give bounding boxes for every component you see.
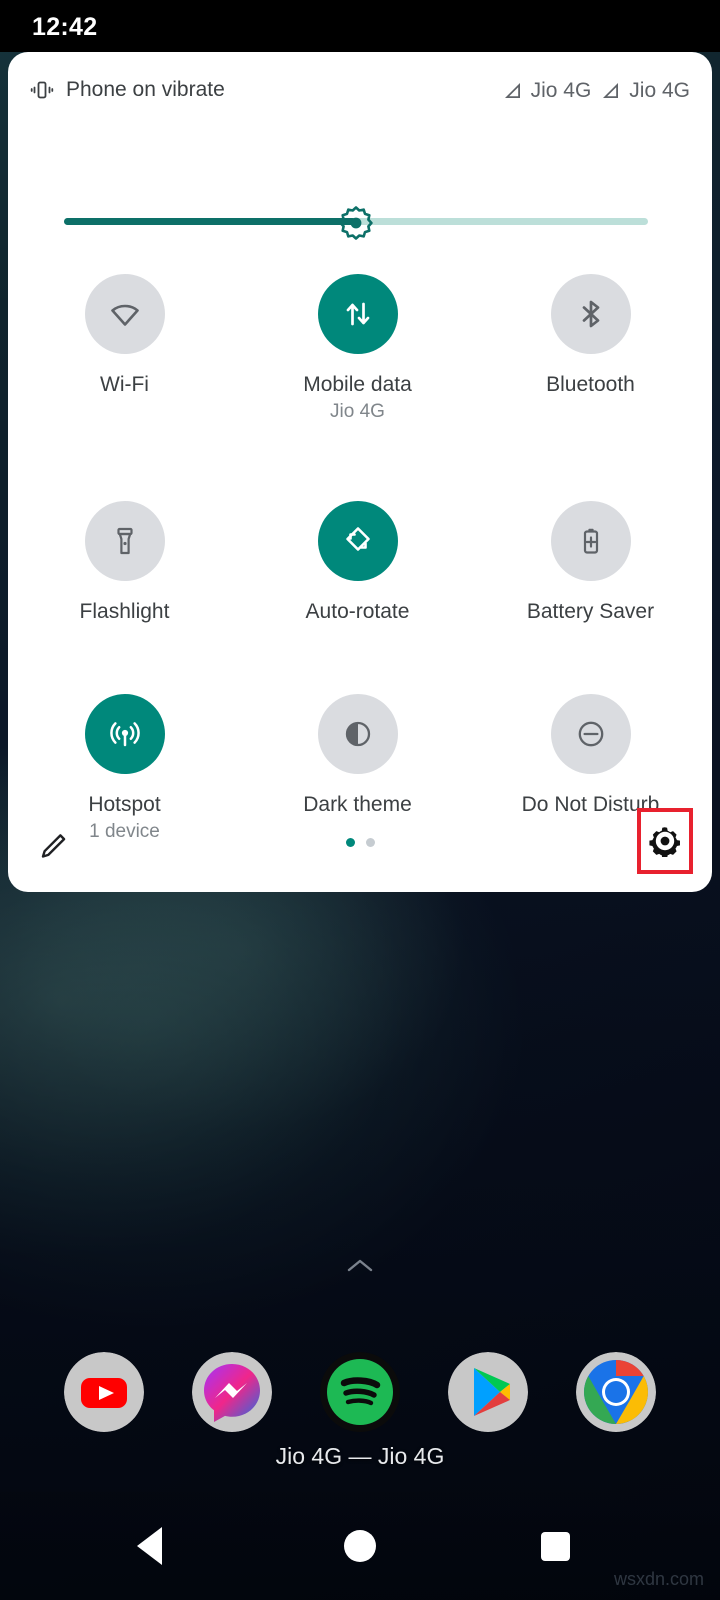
- tile-icon-flashlight: [84, 501, 165, 582]
- tile-icon-hotspot: [84, 694, 165, 775]
- tile-row-2: Flashlight Auto-rotate Battery Saver: [8, 489, 712, 624]
- battery-saver-icon: [583, 528, 598, 554]
- flashlight-icon: [116, 528, 133, 555]
- dock: [0, 1352, 720, 1432]
- vibrate-icon: [30, 81, 54, 99]
- status-bar-clock: 12:42: [32, 13, 98, 41]
- youtube-icon: [64, 1352, 144, 1432]
- tile-icon-do-not-disturb: [550, 694, 631, 775]
- status-bar: 12:42: [0, 0, 720, 52]
- home-button[interactable]: [285, 1492, 435, 1600]
- tile-battery-saver[interactable]: Battery Saver: [474, 489, 707, 624]
- dock-icon-youtube[interactable]: [64, 1352, 144, 1432]
- watermark: wsxdn.com: [613, 1569, 704, 1589]
- tile-icon-bluetooth: [550, 274, 631, 354]
- carrier-indicators: Jio 4G Jio 4G: [501, 79, 690, 103]
- quick-settings-header: Phone on vibrate Jio 4G Jio 4G: [8, 52, 712, 134]
- mobile-data-icon: [346, 302, 369, 326]
- spotify-icon: [320, 1352, 400, 1432]
- brightness-fill: [64, 218, 356, 225]
- wifi-off-icon: [110, 304, 139, 326]
- tile-icon-auto-rotate: [317, 501, 398, 582]
- tile-label-auto-rotate: Auto-rotate: [305, 600, 410, 624]
- play-store-icon: [448, 1352, 528, 1432]
- dock-icon-spotify[interactable]: [320, 1352, 400, 1432]
- brightness-slider[interactable]: [64, 206, 648, 240]
- quick-settings-footer: [8, 800, 712, 892]
- back-triangle-icon: [136, 1527, 162, 1565]
- tile-icon-mobile-data: [317, 274, 398, 354]
- recents-button[interactable]: [480, 1492, 630, 1600]
- tile-icon-battery-saver: [550, 501, 631, 582]
- signal-bars-icon: [504, 83, 520, 98]
- dock-icon-messenger[interactable]: [192, 1352, 272, 1432]
- gear-icon: [649, 827, 680, 857]
- carrier-label-1: Jio 4G: [530, 79, 592, 102]
- ringer-status-label: Phone on vibrate: [66, 78, 225, 101]
- quick-settings-panel: Phone on vibrate Jio 4G Jio 4G Wi-Fi Mob…: [8, 52, 712, 892]
- do-not-disturb-icon: [578, 721, 603, 747]
- chrome-icon: [576, 1352, 656, 1432]
- tile-label-wifi: Wi-Fi: [100, 373, 149, 396]
- tile-label-mobile-data: Mobile data: [303, 373, 412, 396]
- dock-icon-play-store[interactable]: [448, 1352, 528, 1432]
- navigation-bar: [0, 1492, 720, 1600]
- tile-mobile-data[interactable]: Mobile data Jio 4G: [241, 262, 474, 423]
- auto-rotate-icon: [345, 527, 370, 551]
- carrier-footer-text: Jio 4G — Jio 4G: [275, 1443, 445, 1469]
- settings-button[interactable]: [637, 808, 693, 874]
- recents-square-icon: [540, 1531, 570, 1561]
- brightness-thumb[interactable]: [339, 206, 373, 240]
- tile-icon-wifi: [84, 274, 165, 354]
- ringer-status[interactable]: Phone on vibrate: [30, 78, 225, 102]
- tile-sub-mobile-data: Jio 4G: [330, 401, 385, 423]
- carrier-label-2: Jio 4G: [629, 79, 690, 102]
- signal-bars-icon: [603, 83, 619, 98]
- carrier-slot-1: Jio 4G: [501, 79, 592, 103]
- phone-screen: Jio 4G — Jio 4G Phone on vibrate Jio 4G: [0, 0, 720, 1600]
- page-dot-2[interactable]: [365, 838, 375, 847]
- hotspot-icon: [109, 722, 140, 747]
- tile-wifi[interactable]: Wi-Fi: [8, 262, 241, 423]
- tile-label-battery-saver: Battery Saver: [526, 600, 655, 624]
- tile-label-flashlight: Flashlight: [79, 600, 170, 624]
- tile-row-1: Wi-Fi Mobile data Jio 4G Bluetooth: [8, 262, 712, 423]
- page-dot-1[interactable]: [345, 838, 355, 847]
- bluetooth-icon: [582, 300, 599, 328]
- messenger-icon: [192, 1352, 272, 1432]
- chevron-up-glyph: [347, 1259, 373, 1272]
- tile-auto-rotate[interactable]: Auto-rotate: [241, 489, 474, 624]
- back-button[interactable]: [74, 1492, 224, 1600]
- quick-settings-tiles: Wi-Fi Mobile data Jio 4G Bluetooth Flash…: [8, 262, 712, 843]
- tile-flashlight[interactable]: Flashlight: [8, 489, 241, 624]
- dark-theme-icon: [345, 722, 370, 747]
- brightness-icon: [339, 206, 373, 240]
- tile-bluetooth[interactable]: Bluetooth: [474, 262, 707, 423]
- tile-row-gap: [8, 624, 712, 682]
- tile-label-bluetooth: Bluetooth: [546, 373, 635, 396]
- carrier-slot-2: Jio 4G: [599, 79, 690, 103]
- page-indicator: [8, 838, 712, 847]
- tile-icon-dark-theme: [317, 694, 398, 775]
- chevron-up-icon[interactable]: [0, 1258, 720, 1279]
- home-circle-icon: [344, 1530, 376, 1562]
- dock-icon-chrome[interactable]: [576, 1352, 656, 1432]
- tile-row-gap: [8, 423, 712, 489]
